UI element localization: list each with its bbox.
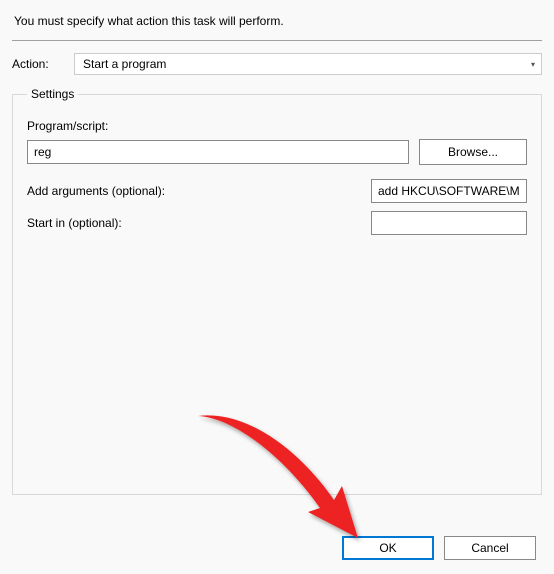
dialog-button-row: OK Cancel — [342, 536, 536, 560]
arguments-input[interactable] — [371, 179, 527, 203]
settings-legend: Settings — [27, 87, 78, 101]
action-row: Action: Start a program ▾ — [12, 53, 542, 75]
action-label: Action: — [12, 57, 64, 71]
startin-input[interactable] — [371, 211, 527, 235]
ok-button[interactable]: OK — [342, 536, 434, 560]
action-combobox[interactable]: Start a program ▾ — [74, 53, 542, 75]
browse-button[interactable]: Browse... — [419, 139, 527, 165]
settings-group: Settings Program/script: Browse... Add a… — [12, 87, 542, 495]
program-label: Program/script: — [27, 119, 527, 133]
program-input[interactable] — [27, 140, 409, 164]
instruction-text: You must specify what action this task w… — [12, 10, 542, 36]
chevron-down-icon: ▾ — [531, 60, 535, 69]
startin-label: Start in (optional): — [27, 216, 122, 230]
divider — [12, 40, 542, 41]
new-action-dialog: You must specify what action this task w… — [0, 0, 554, 545]
arguments-label: Add arguments (optional): — [27, 184, 165, 198]
action-selected-value: Start a program — [83, 57, 166, 71]
cancel-button[interactable]: Cancel — [444, 536, 536, 560]
